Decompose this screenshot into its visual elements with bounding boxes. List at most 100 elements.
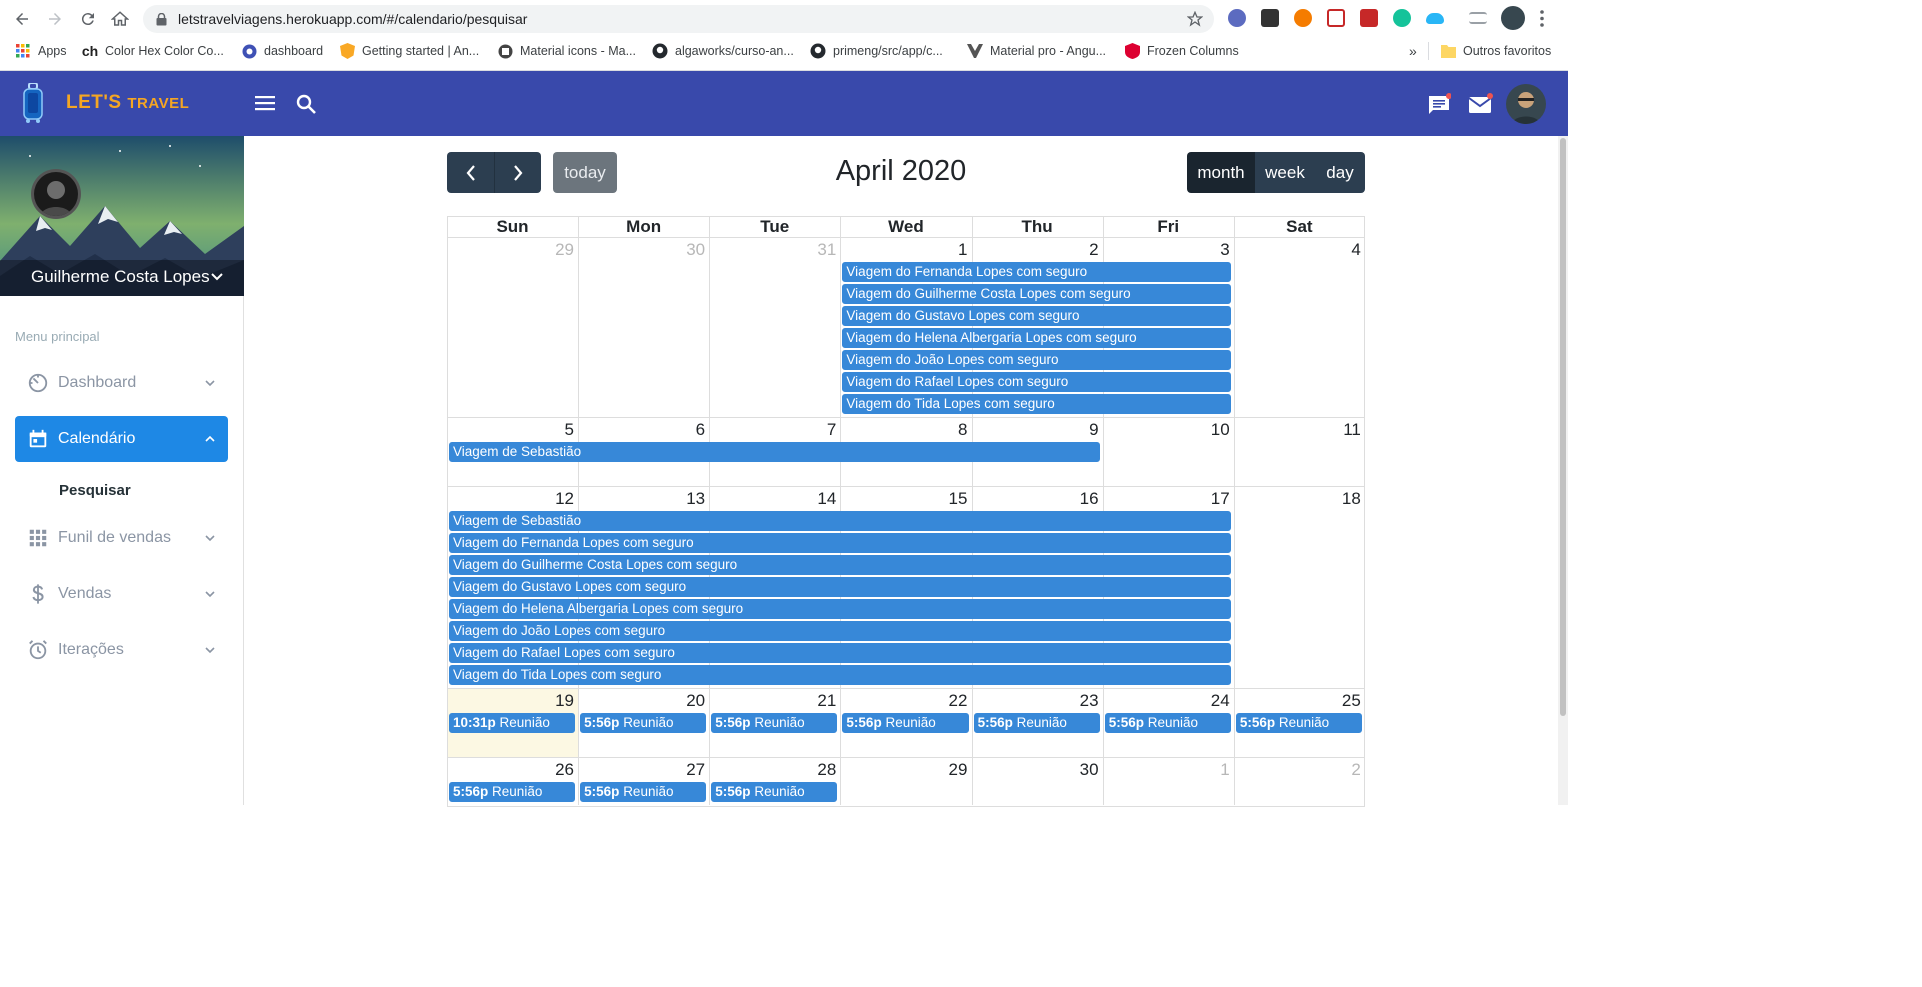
bookmark-other-folder[interactable]: Outros favoritos xyxy=(1440,42,1551,60)
bookmark-apps[interactable]: Apps xyxy=(15,42,67,60)
calendar-event[interactable]: Viagem do João Lopes com seguro xyxy=(449,621,1231,641)
day-number[interactable]: 20 xyxy=(578,691,705,711)
bookmark-algaworks[interactable]: algaworks/curso-an... xyxy=(652,42,794,60)
user-avatar[interactable] xyxy=(1506,84,1546,124)
chat-icon[interactable] xyxy=(1427,93,1451,117)
calendar-event[interactable]: Viagem do Gustavo Lopes com seguro xyxy=(449,577,1231,597)
home-icon[interactable] xyxy=(109,8,131,30)
calendar-event[interactable]: 5:56p Reunião xyxy=(842,713,969,733)
day-number[interactable]: 6 xyxy=(578,420,705,440)
bookmark-star-icon[interactable] xyxy=(1187,11,1203,27)
day-number[interactable]: 2 xyxy=(1234,760,1360,780)
view-day-button[interactable]: day xyxy=(1315,152,1365,193)
day-number[interactable]: 13 xyxy=(578,489,705,509)
calendar-event[interactable]: Viagem de Sebastião xyxy=(449,511,1231,531)
browser-menu-icon[interactable] xyxy=(1540,10,1544,27)
sidebar-item-iteracoes[interactable]: Iterações xyxy=(15,627,228,673)
calendar-event[interactable]: Viagem do Rafael Lopes com seguro xyxy=(842,372,1231,392)
sidebar-item-vendas[interactable]: Vendas xyxy=(15,571,228,617)
day-number[interactable]: 29 xyxy=(840,760,968,780)
search-icon[interactable] xyxy=(296,94,316,114)
day-number[interactable]: 22 xyxy=(840,691,968,711)
scrollbar-thumb[interactable] xyxy=(1560,138,1566,716)
more-bookmarks-button[interactable]: » xyxy=(1409,42,1417,60)
bookmark-angular[interactable]: Getting started | An... xyxy=(339,42,479,60)
day-number[interactable]: 19 xyxy=(447,691,574,711)
day-number[interactable]: 10 xyxy=(1103,420,1230,440)
day-number[interactable]: 3 xyxy=(1103,240,1229,260)
calendar-event[interactable]: Viagem do Tida Lopes com seguro xyxy=(842,394,1231,414)
view-month-button[interactable]: month xyxy=(1187,152,1255,193)
logo[interactable]: LET'S TRAVEL xyxy=(0,71,244,136)
calendar-next-button[interactable] xyxy=(494,152,541,193)
calendar-event[interactable]: Viagem de Sebastião xyxy=(449,442,1100,462)
calendar-event[interactable]: Viagem do Rafael Lopes com seguro xyxy=(449,643,1231,663)
day-number[interactable]: 25 xyxy=(1234,691,1361,711)
calendar-event[interactable]: Viagem do Guilherme Costa Lopes com segu… xyxy=(842,284,1231,304)
day-number[interactable]: 23 xyxy=(972,691,1099,711)
back-icon[interactable] xyxy=(11,8,33,30)
calendar-event[interactable]: 5:56p Reunião xyxy=(711,782,838,802)
calendar-event[interactable]: Viagem do Helena Albergaria Lopes com se… xyxy=(449,599,1231,619)
sidebar-item-dashboard[interactable]: Dashboard xyxy=(15,360,228,406)
day-number[interactable]: 16 xyxy=(972,489,1099,509)
calendar-event[interactable]: 5:56p Reunião xyxy=(449,782,576,802)
bookmark-dashboard[interactable]: dashboard xyxy=(241,42,323,60)
view-week-button[interactable]: week xyxy=(1255,152,1315,193)
sidebar-subitem-pesquisar[interactable]: Pesquisar xyxy=(59,482,131,499)
day-number[interactable]: 1 xyxy=(840,240,967,260)
bookmark-frozen-columns[interactable]: Frozen Columns xyxy=(1124,42,1239,60)
day-number[interactable]: 17 xyxy=(1103,489,1230,509)
sidebar-item-calendario[interactable]: Calendário xyxy=(15,416,228,462)
day-number[interactable]: 26 xyxy=(447,760,574,780)
calendar-event[interactable]: 5:56p Reunião xyxy=(1235,713,1362,733)
calendar-event[interactable]: Viagem do Helena Albergaria Lopes com se… xyxy=(842,328,1231,348)
reading-list-icon[interactable] xyxy=(1469,12,1487,24)
calendar-today-button[interactable]: today xyxy=(553,152,617,193)
calendar-event[interactable]: 5:56p Reunião xyxy=(580,713,707,733)
sidebar-item-funil-de-vendas[interactable]: Funil de vendas xyxy=(15,515,228,561)
day-number[interactable]: 14 xyxy=(709,489,836,509)
extension-orange-icon[interactable] xyxy=(1294,9,1312,27)
calendar-event[interactable]: 10:31p Reunião xyxy=(449,713,576,733)
cloud-icon[interactable] xyxy=(1426,13,1444,24)
day-number[interactable]: 12 xyxy=(447,489,574,509)
calendar-event[interactable]: Viagem do Gustavo Lopes com seguro xyxy=(842,306,1231,326)
calendar-event[interactable]: Viagem do Tida Lopes com seguro xyxy=(449,665,1231,685)
calendar-prev-button[interactable] xyxy=(447,152,494,193)
page-scrollbar[interactable] xyxy=(1558,136,1568,805)
day-number[interactable]: 15 xyxy=(840,489,968,509)
day-number[interactable]: 1 xyxy=(1103,760,1229,780)
day-number[interactable]: 21 xyxy=(709,691,836,711)
calendar-event[interactable]: 5:56p Reunião xyxy=(580,782,707,802)
menu-hamburger-icon[interactable] xyxy=(255,93,275,113)
day-number[interactable]: 5 xyxy=(447,420,574,440)
day-number[interactable]: 27 xyxy=(578,760,705,780)
extension-check-icon[interactable] xyxy=(1228,9,1246,27)
extension-pocket-icon[interactable] xyxy=(1327,9,1345,27)
calendar-event[interactable]: Viagem do Guilherme Costa Lopes com segu… xyxy=(449,555,1231,575)
day-number[interactable]: 11 xyxy=(1234,420,1361,440)
calendar-event[interactable]: 5:56p Reunião xyxy=(973,713,1100,733)
profile-avatar[interactable] xyxy=(31,169,81,219)
day-number[interactable]: 28 xyxy=(709,760,836,780)
grammarly-icon[interactable] xyxy=(1393,9,1411,27)
day-number[interactable]: 30 xyxy=(972,760,1099,780)
day-number[interactable]: 29 xyxy=(447,240,574,260)
profile-avatar-icon[interactable] xyxy=(1501,6,1525,30)
day-number[interactable]: 30 xyxy=(578,240,705,260)
calendar-event[interactable]: 5:56p Reunião xyxy=(711,713,838,733)
forward-icon[interactable] xyxy=(44,8,66,30)
extension-shield-icon[interactable] xyxy=(1360,9,1378,27)
day-number[interactable]: 4 xyxy=(1234,240,1360,260)
extension-off-icon[interactable] xyxy=(1261,9,1279,27)
day-number[interactable]: 24 xyxy=(1103,691,1230,711)
bookmark-colorhex[interactable]: ch Color Hex Color Co... xyxy=(82,42,224,60)
bookmark-material-icons[interactable]: Material icons - Ma... xyxy=(497,42,636,60)
profile-name-bar[interactable]: Guilherme Costa Lopes xyxy=(0,260,244,296)
day-number[interactable]: 31 xyxy=(709,240,836,260)
day-number[interactable]: 8 xyxy=(840,420,967,440)
bookmark-primeng[interactable]: primeng/src/app/c... xyxy=(810,42,943,60)
day-number[interactable]: 7 xyxy=(709,420,836,440)
calendar-event[interactable]: Viagem do João Lopes com seguro xyxy=(842,350,1231,370)
